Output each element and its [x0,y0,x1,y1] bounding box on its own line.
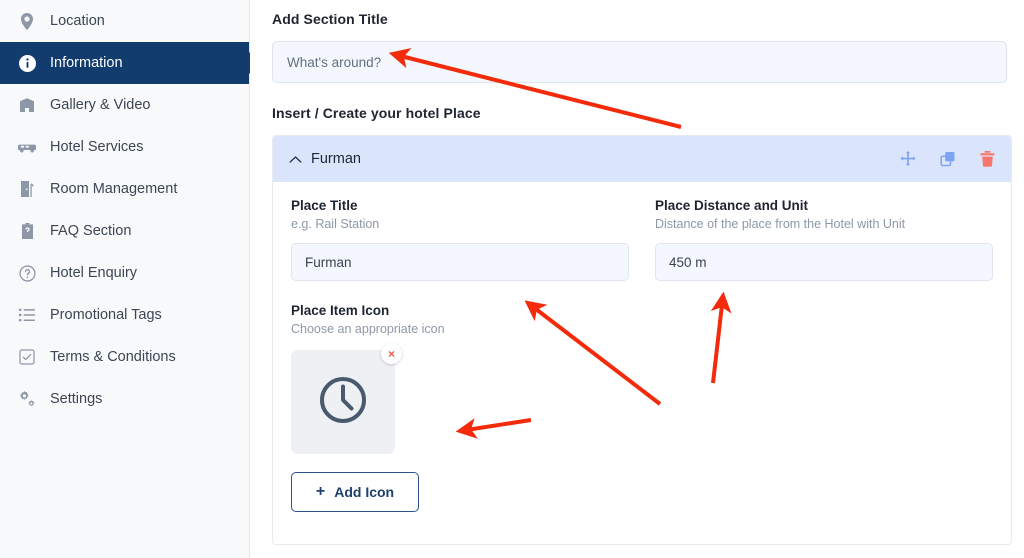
place-title-input[interactable]: Furman [291,243,629,281]
gears-icon [18,390,36,408]
move-icon[interactable] [900,151,916,167]
sidebar-item-promotional-tags[interactable]: Promotional Tags [0,294,249,336]
sidebar-item-hotel-enquiry[interactable]: Hotel Enquiry [0,252,249,294]
place-title-group: Place Title e.g. Rail Station Furman [291,198,629,281]
place-title-label: Place Title [291,198,358,213]
main-content: Add Section Title What's around? Insert … [250,0,1024,558]
add-icon-button-label: Add Icon [334,484,395,500]
accordion-header[interactable]: Furman [273,136,1011,182]
sidebar-item-label: Location [50,13,105,29]
place-item-icon-hint: Choose an appropriate icon [291,322,445,336]
sidebar-item-label: Hotel Enquiry [50,265,138,281]
chevron-up-icon[interactable] [289,152,305,166]
sidebar: Location Information Gallery & Video Hot… [0,0,250,558]
sidebar-item-label: FAQ Section [50,223,132,239]
place-distance-label: Place Distance and Unit [655,198,809,213]
place-distance-group: Place Distance and Unit Distance of the … [655,198,993,281]
section-title-input[interactable]: What's around? [272,41,1007,83]
sidebar-item-label: Hotel Services [50,139,144,155]
place-distance-hint: Distance of the place from the Hotel wit… [655,217,906,231]
insert-create-place-label: Insert / Create your hotel Place [272,105,481,121]
icon-thumbnail-wrapper: × [291,343,402,454]
sidebar-item-settings[interactable]: Settings [0,378,249,420]
faq-clipboard-icon [18,222,36,240]
remove-icon-button[interactable]: × [381,343,402,364]
door-icon [18,180,36,198]
map-pin-icon [18,12,36,30]
accordion-title: Furman [311,151,361,167]
place-fields-row: Place Title e.g. Rail Station Furman Pla… [291,198,993,281]
duplicate-icon[interactable] [940,151,956,167]
sidebar-item-label: Room Management [50,181,178,197]
sidebar-item-terms-conditions[interactable]: Terms & Conditions [0,336,249,378]
place-accordion-panel: Furman Place Title e.g. Rail Station Fur… [272,135,1012,545]
sidebar-item-label: Gallery & Video [50,97,151,113]
question-circle-icon [18,264,36,282]
place-title-hint: e.g. Rail Station [291,217,380,231]
sidebar-item-label: Terms & Conditions [50,349,176,365]
delete-icon[interactable] [980,151,995,167]
checkbox-icon [18,348,36,366]
place-item-icon-group: Place Item Icon Choose an appropriate ic… [291,303,993,512]
plus-icon: + [315,483,326,500]
add-section-title-label: Add Section Title [272,11,388,27]
info-circle-icon [18,54,36,72]
accordion-actions [900,151,995,167]
sidebar-item-label: Promotional Tags [50,307,162,323]
van-icon [18,138,36,156]
list-icon [18,306,36,324]
sidebar-item-label: Information [50,55,123,71]
building-icon [18,96,36,114]
sidebar-item-information[interactable]: Information [0,42,249,84]
sidebar-item-hotel-services[interactable]: Hotel Services [0,126,249,168]
place-distance-input[interactable]: 450 m [655,243,993,281]
admin-page: Location Information Gallery & Video Hot… [0,0,1024,558]
sidebar-item-gallery-video[interactable]: Gallery & Video [0,84,249,126]
sidebar-item-room-management[interactable]: Room Management [0,168,249,210]
accordion-body: Place Title e.g. Rail Station Furman Pla… [273,182,1011,512]
add-icon-button[interactable]: + Add Icon [291,472,419,512]
sidebar-item-location[interactable]: Location [0,0,249,42]
sidebar-item-label: Settings [50,391,103,407]
place-item-icon-label: Place Item Icon [291,303,390,318]
sidebar-item-faq-section[interactable]: FAQ Section [0,210,249,252]
clock-icon [318,375,368,430]
icon-thumbnail[interactable] [291,350,395,454]
